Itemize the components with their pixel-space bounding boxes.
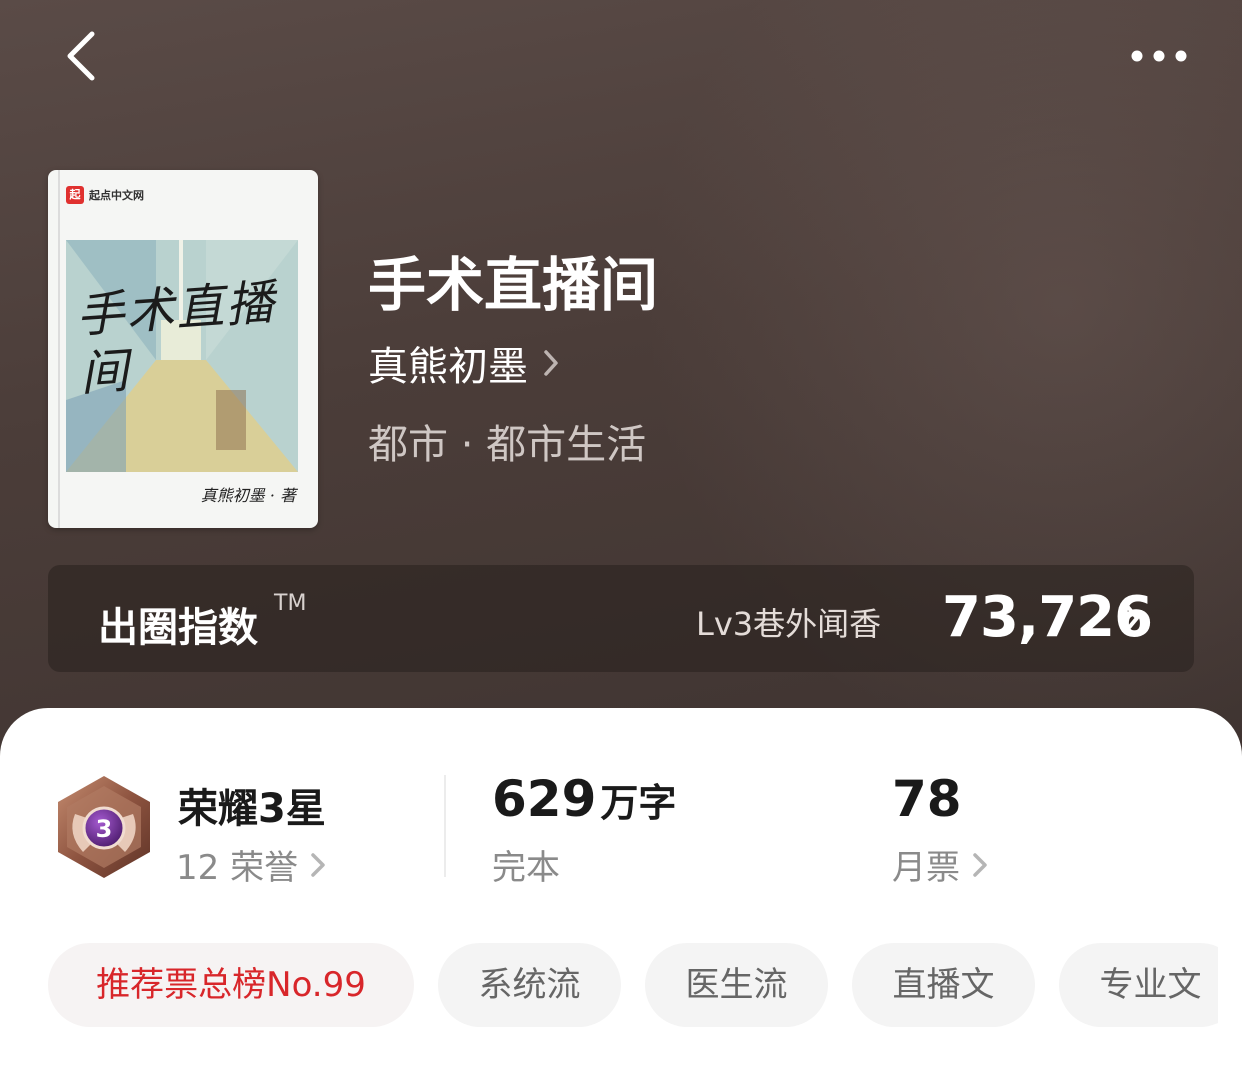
badge-level: 3: [96, 815, 113, 843]
honor-title: 荣耀3星: [178, 786, 326, 832]
tag-professional[interactable]: 专业文: [1059, 943, 1218, 1027]
more-button[interactable]: [1124, 36, 1194, 76]
cover-title-text: 手术直播间: [74, 274, 278, 403]
monthly-votes-label: 月票: [892, 848, 960, 888]
word-count-unit: 万字: [600, 781, 677, 825]
chevron-right-icon: [973, 852, 987, 877]
chevron-left-icon: [67, 31, 95, 81]
monthly-votes-link[interactable]: 月票: [892, 840, 988, 889]
chevron-right-icon: [544, 350, 558, 376]
honor-count: 12 荣誉: [176, 848, 299, 888]
cover-artwork: 手术直播间: [66, 240, 298, 472]
more-dots-icon: [1131, 50, 1187, 62]
genre-label: 都市 · 都市生活: [368, 422, 647, 468]
tag-livestream[interactable]: 直播文: [852, 943, 1035, 1027]
cover-spine: [58, 170, 60, 528]
book-title: 手术直播间: [368, 251, 659, 319]
stats-divider: [444, 775, 446, 877]
completion-status: 完本: [492, 848, 560, 888]
back-button[interactable]: [60, 28, 110, 84]
publisher-logo-mark: 起: [66, 186, 84, 204]
popularity-index-bar[interactable]: 出圈指数 TM Lv3巷外闻香 73,726: [48, 565, 1194, 672]
index-level: Lv3巷外闻香: [696, 605, 882, 643]
cover-author-text: 真熊初墨 · 著: [200, 486, 296, 505]
monthly-votes-value: 78: [892, 770, 962, 828]
author-name: 真熊初墨: [368, 344, 528, 390]
author-link[interactable]: 真熊初墨: [368, 334, 560, 392]
tag-list: 推荐票总榜No.99 系统流 医生流 直播文 专业文: [48, 943, 1218, 1027]
index-label: 出圈指数: [98, 605, 258, 651]
word-count-value: 629: [492, 770, 597, 828]
chevron-right-icon: [311, 852, 325, 877]
tag-rank[interactable]: 推荐票总榜No.99: [48, 943, 414, 1027]
publisher-logo: 起 起点中文网: [66, 184, 144, 206]
honor-link[interactable]: 12 荣誉: [176, 840, 326, 889]
book-cover[interactable]: 起 起点中文网 手术直播间 真熊初墨 · 著: [48, 170, 318, 528]
honor-badge-icon[interactable]: 3: [53, 774, 155, 880]
index-value: 73,726: [942, 585, 1153, 650]
tag-system[interactable]: 系统流: [438, 943, 621, 1027]
chevron-right-icon: [1125, 604, 1139, 632]
publisher-name: 起点中文网: [89, 189, 144, 202]
word-count: 629 万字: [492, 770, 676, 828]
trademark-mark: TM: [274, 591, 307, 616]
tag-doctor[interactable]: 医生流: [645, 943, 828, 1027]
